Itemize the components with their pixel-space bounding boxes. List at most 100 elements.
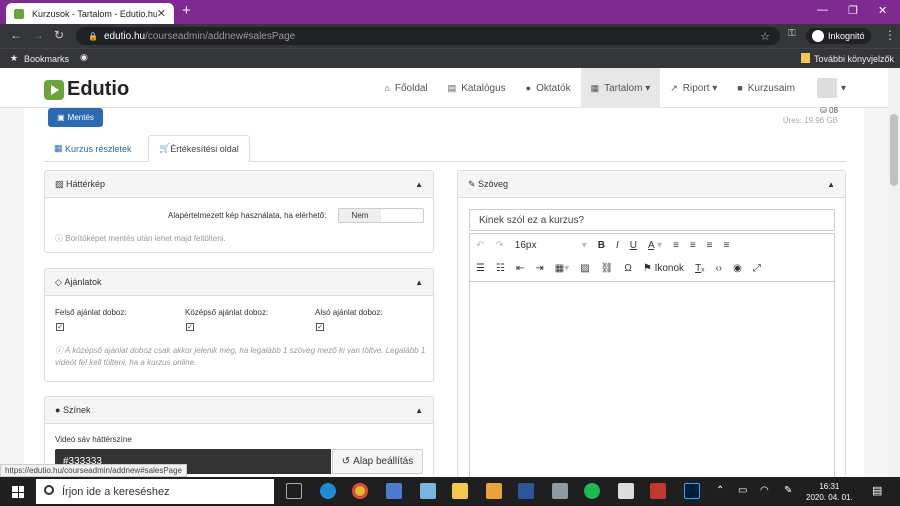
file-explorer-icon[interactable]: [486, 483, 502, 499]
nav-item-my-courses[interactable]: ■ Kurzusaim: [727, 68, 805, 108]
edge-icon[interactable]: [320, 483, 336, 499]
clear-format-icon[interactable]: Tₓ: [695, 263, 704, 274]
minimize-icon[interactable]: —: [817, 4, 828, 16]
pen-icon[interactable]: ✎: [784, 485, 792, 496]
back-icon[interactable]: ←: [10, 28, 22, 42]
undo-icon[interactable]: ↶: [476, 240, 484, 251]
logo-icon: [44, 79, 64, 100]
middle-offer-checkbox[interactable]: ✓: [186, 323, 194, 331]
collapse-icon[interactable]: ▲: [415, 278, 423, 287]
browser-tab[interactable]: Kurzusok - Tartalom - Edutio.hu ✕: [6, 3, 174, 24]
battery-icon[interactable]: ▭: [738, 485, 747, 496]
collapse-icon[interactable]: ▲: [415, 406, 423, 415]
task-view-icon[interactable]: [286, 483, 302, 499]
nav-item-home[interactable]: ⌂ Főoldal: [374, 68, 437, 108]
panel-header[interactable]: ✎ Szöveg ▲: [458, 171, 845, 198]
sticky-notes-icon[interactable]: [452, 483, 468, 499]
close-window-icon[interactable]: ✕: [878, 4, 887, 17]
code-icon[interactable]: ‹›: [715, 263, 722, 274]
page-scrollbar[interactable]: [888, 68, 900, 477]
chart-icon: ↗: [670, 82, 678, 93]
globe-icon[interactable]: ◉: [80, 52, 88, 63]
incognito-badge[interactable]: Inkognitó: [806, 28, 871, 44]
reset-color-button[interactable]: ↺ Alap beállítás: [332, 449, 423, 474]
align-right-icon[interactable]: ≡: [707, 240, 713, 251]
restore-icon[interactable]: ❐: [848, 4, 858, 17]
underline-icon[interactable]: U: [630, 240, 637, 251]
nav-item-instructors[interactable]: ● Oktatók: [516, 68, 581, 108]
tab-sales-page[interactable]: 🛒 Értékesítési oldal: [148, 135, 250, 162]
cart-icon: 🛒: [159, 143, 171, 153]
image-insert-icon[interactable]: ▨: [580, 263, 589, 274]
align-center-icon[interactable]: ≡: [690, 240, 696, 251]
close-tab-icon[interactable]: ✕: [157, 7, 166, 20]
star-icon[interactable]: ☆: [760, 30, 770, 43]
photos-icon[interactable]: [618, 483, 634, 499]
save-button[interactable]: ▣ Mentés: [48, 108, 103, 127]
align-left-icon[interactable]: ≡: [673, 240, 679, 251]
lower-offer-checkbox[interactable]: ✓: [316, 323, 324, 331]
icons-button[interactable]: ⚑ Ikonok: [643, 263, 684, 274]
panel-header[interactable]: ◇ Ajánlatok ▲: [45, 269, 433, 296]
numbered-list-icon[interactable]: ☷: [496, 263, 505, 274]
italic-icon[interactable]: I: [616, 240, 619, 251]
link-icon[interactable]: ⛓: [601, 263, 614, 274]
outdent-icon[interactable]: ⇤: [516, 263, 524, 274]
panel-header[interactable]: ▨ Háttérkép ▲: [45, 171, 433, 198]
word-icon[interactable]: [518, 483, 534, 499]
clock-date: 2020. 04. 01.: [806, 493, 853, 502]
taskbar-search-input[interactable]: Írjon ide a kereséshez: [36, 479, 274, 504]
reload-icon[interactable]: ↻: [54, 28, 64, 42]
new-tab-button[interactable]: +: [182, 2, 191, 19]
table-icon[interactable]: ▦▾: [555, 263, 569, 274]
avatar[interactable]: [816, 78, 837, 98]
align-justify-icon[interactable]: ≡: [724, 240, 730, 251]
app-icon[interactable]: [552, 483, 568, 499]
font-size-select[interactable]: 16px ▾: [515, 240, 587, 251]
bold-icon[interactable]: B: [598, 240, 605, 251]
tab-course-details[interactable]: ▦ Kurzus részletek: [44, 135, 142, 162]
site-logo[interactable]: Edutio: [44, 78, 129, 101]
icons-label: Ikonok: [654, 263, 685, 274]
collapse-icon[interactable]: ▲: [415, 180, 423, 189]
windows-start-icon[interactable]: [12, 486, 24, 498]
upper-offer-checkbox[interactable]: ✓: [56, 323, 64, 331]
redo-icon[interactable]: ↷: [495, 240, 503, 251]
chrome-icon[interactable]: [352, 483, 368, 499]
taskbar-clock[interactable]: 16:31 2020. 04. 01.: [806, 481, 853, 503]
clock-time: 16:31: [819, 482, 840, 491]
notification-icon[interactable]: ▤: [872, 484, 882, 497]
fullscreen-icon[interactable]: ⤢: [753, 263, 761, 274]
photoshop-icon[interactable]: [684, 483, 700, 499]
key-icon[interactable]: ⚿: [788, 28, 796, 39]
list-icon: ▤: [447, 82, 457, 93]
scrollbar-thumb[interactable]: [890, 114, 898, 186]
wifi-icon[interactable]: ◠: [760, 485, 769, 496]
omega-icon[interactable]: Ω: [624, 263, 631, 274]
forward-icon[interactable]: →: [32, 28, 44, 42]
upper-offer-label: Felső ajánlat doboz:: [55, 308, 127, 317]
url-field[interactable]: 🔒 edutio.hu /courseadmin/addnew#salesPag…: [76, 27, 780, 45]
panel-header[interactable]: ● Színek ▲: [45, 397, 433, 424]
notepad-icon[interactable]: [420, 483, 436, 499]
tab-label: Kurzus részletek: [65, 143, 132, 154]
disk-save-icon[interactable]: [386, 483, 402, 499]
avatar-caret-icon[interactable]: ▾: [841, 83, 846, 94]
bullet-list-icon[interactable]: ☰: [476, 263, 485, 274]
pdf-icon[interactable]: [650, 483, 666, 499]
menu-dots-icon[interactable]: ⋮: [884, 28, 896, 42]
subject-input[interactable]: Kinek szól ez a kurzus?: [469, 209, 835, 231]
nav-item-catalog[interactable]: ▤ Katalógus: [438, 68, 516, 108]
nav-item-report[interactable]: ↗ Riport ▾: [660, 68, 727, 108]
text-color-icon[interactable]: A ▾: [648, 240, 662, 251]
other-bookmarks-link[interactable]: További könyvjelzők: [814, 54, 894, 64]
spotify-icon[interactable]: [584, 483, 600, 499]
tab-label: Értékesítési oldal: [170, 143, 239, 154]
nav-item-content[interactable]: ▦ Tartalom ▾: [580, 68, 661, 108]
preview-eye-icon[interactable]: ◉: [733, 263, 742, 274]
tray-chevron-icon[interactable]: ⌃: [716, 485, 724, 496]
indent-icon[interactable]: ⇥: [535, 263, 543, 274]
bookmarks-link[interactable]: Bookmarks: [24, 54, 69, 64]
collapse-icon[interactable]: ▲: [827, 180, 835, 189]
default-image-toggle[interactable]: Nem: [338, 208, 424, 223]
